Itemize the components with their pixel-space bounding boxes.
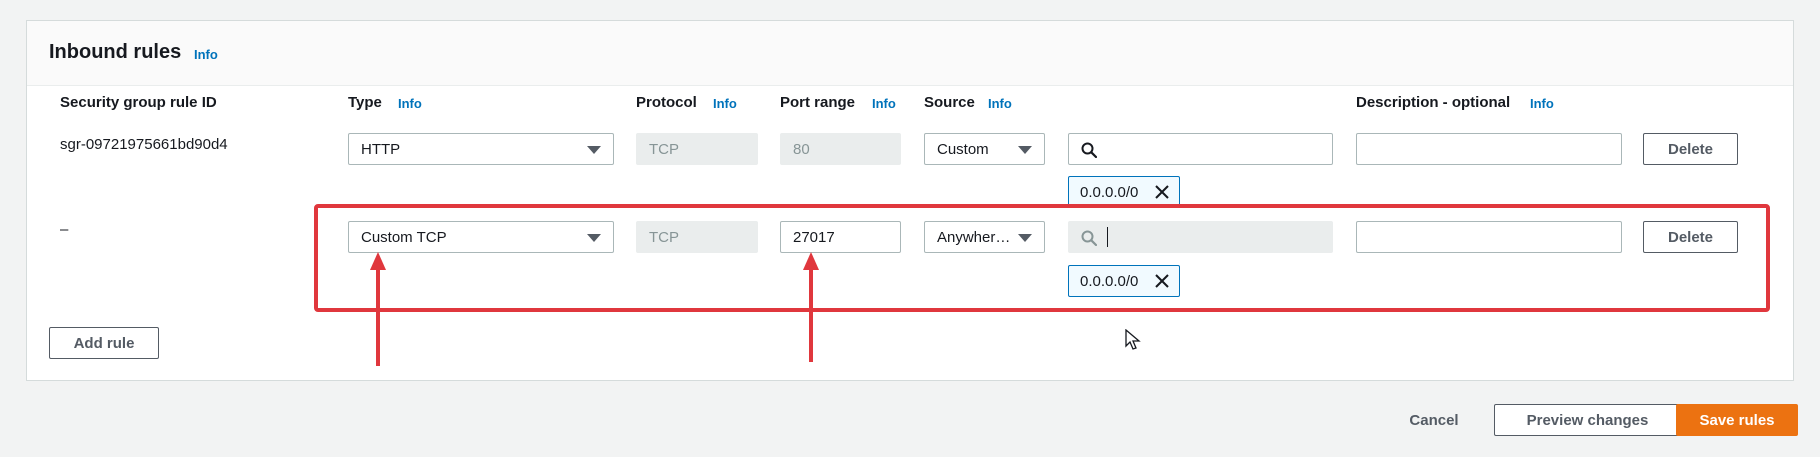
preview-changes-button[interactable]: Preview changes	[1494, 404, 1681, 436]
arrow-to-port-icon	[803, 252, 819, 362]
arrow-to-type-icon	[370, 252, 386, 366]
mouse-pointer-icon	[1125, 329, 1141, 350]
add-rule-button[interactable]: Add rule	[49, 327, 159, 359]
annotation-arrows	[370, 252, 819, 366]
cancel-button[interactable]: Cancel	[1394, 404, 1474, 436]
save-rules-button[interactable]: Save rules	[1676, 404, 1798, 436]
